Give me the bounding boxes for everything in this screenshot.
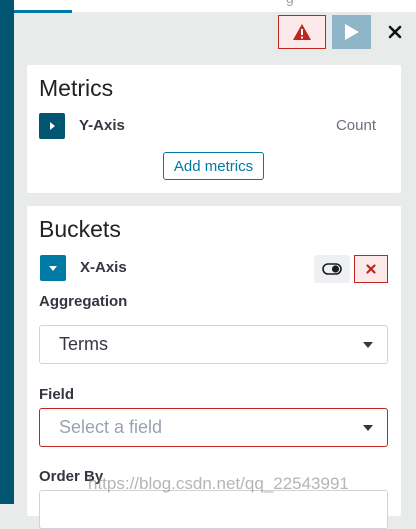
aggregation-label: Aggregation xyxy=(39,293,128,310)
buckets-title: Buckets xyxy=(39,216,121,242)
order-by-select[interactable] xyxy=(39,490,388,529)
play-icon xyxy=(344,24,359,40)
caret-down-icon xyxy=(49,266,57,271)
chevron-down-icon xyxy=(363,342,373,348)
apply-changes-button[interactable] xyxy=(332,15,371,49)
tab-strip xyxy=(14,0,416,12)
active-tab-indicator xyxy=(14,10,72,13)
warning-triangle-icon xyxy=(293,24,311,40)
x-axis-collapse-toggle[interactable] xyxy=(40,255,66,281)
close-icon xyxy=(388,25,402,39)
toggle-switch-icon xyxy=(322,263,342,275)
add-metrics-button[interactable]: Add metrics xyxy=(163,152,264,180)
remove-bucket-button[interactable] xyxy=(354,255,388,283)
field-label: Field xyxy=(39,386,75,403)
left-nav-rail xyxy=(0,0,14,504)
disable-aggregation-toggle[interactable] xyxy=(314,255,350,283)
cross-icon xyxy=(366,264,376,274)
aggregation-select[interactable]: Terms xyxy=(39,325,388,364)
x-axis-label[interactable]: X-Axis xyxy=(80,259,127,276)
metrics-title: Metrics xyxy=(39,75,114,101)
tab-label-partial[interactable]: g xyxy=(286,0,294,6)
field-select-placeholder: Select a field xyxy=(59,417,163,437)
y-axis-label[interactable]: Y-Axis xyxy=(79,117,125,134)
y-axis-aggregation-summary: Count xyxy=(335,117,376,134)
field-select[interactable]: Select a field xyxy=(39,408,388,447)
y-axis-expand-toggle[interactable] xyxy=(39,113,65,139)
chevron-down-icon xyxy=(363,425,373,431)
caret-right-icon xyxy=(50,122,55,130)
aggregation-selected-value: Terms xyxy=(59,334,108,354)
watermark-text: https://blog.csdn.net/qq_22543991 xyxy=(88,474,349,493)
error-warning-button[interactable] xyxy=(278,15,326,49)
buckets-panel: Buckets X-Axis Aggregation Terms Field S… xyxy=(27,206,401,529)
metrics-panel: Metrics Y-Axis Count Add metrics xyxy=(27,65,401,193)
close-editor-button[interactable] xyxy=(378,15,412,49)
